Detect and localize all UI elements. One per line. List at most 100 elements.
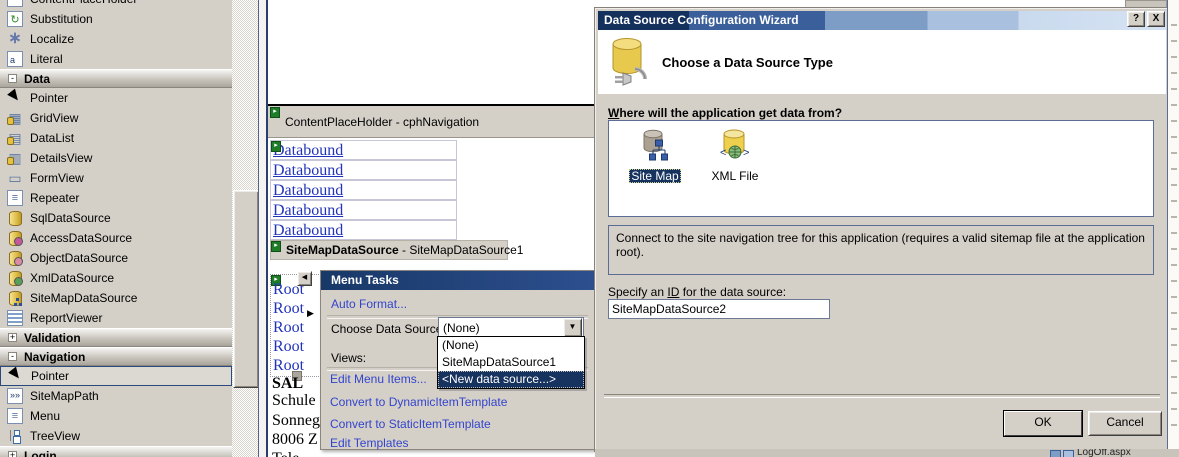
xml-file-label: XML File [711,169,759,183]
dropdown-option-none[interactable]: (None) [438,337,584,354]
auto-format-link[interactable]: Auto Format... [331,297,407,311]
close-button[interactable]: X [1147,11,1165,27]
treeview-icon [7,428,23,444]
menu-control[interactable]: ▸ Root Root ▶ Root Root Root [270,274,321,377]
dialog-heading: Choose a Data Source Type [662,55,833,70]
sitemapdatasource-icon [7,290,23,306]
data-source-type-xmlfile[interactable]: < > XML File [699,129,771,183]
expand-plus-icon[interactable]: + [8,333,17,342]
objectdatasource-icon [7,250,23,266]
toolbox-item-detailsview[interactable]: ▥ DetailsView [0,148,232,168]
toolbox-item-sqldatasource[interactable]: SqlDataSource [0,208,232,228]
toolbox-item-datalist[interactable]: ▤ DataList [0,128,232,148]
xmldatasource-icon [7,270,23,286]
menu-item-root[interactable]: Root ▶ [271,299,321,318]
toolbox-item-literal[interactable]: a Literal [0,49,232,69]
xml-file-icon: < > [720,129,750,166]
dropdown-option-new-data-source[interactable]: <New data source...> [438,371,584,388]
literal-icon: a [7,51,23,67]
databound-link-box[interactable]: Databound [270,200,457,220]
toolbox-item-reportviewer[interactable]: ReportViewer [0,308,232,328]
toolbox-item-accessdatasource[interactable]: AccessDataSource [0,228,232,248]
data-source-id-input[interactable] [608,299,830,319]
toolbox-item-contentplaceholder[interactable]: ContentPlaceHolder [0,0,232,9]
toolbox-item-pointer-data[interactable]: Pointer [0,88,232,108]
toolbox-section-validation[interactable]: + Validation [0,328,232,347]
sitemapdatasource-control[interactable]: ▸ SiteMapDataSource - SiteMapDataSource1 [270,240,523,260]
file-icon [1063,450,1074,457]
databound-link-box[interactable]: Databound [270,180,457,200]
collapse-minus-icon[interactable]: - [8,352,17,361]
dropdown-option-sitemapdatasource1[interactable]: SiteMapDataSource1 [438,354,584,371]
toolbox-item-sitemapdatasource[interactable]: SiteMapDataSource [0,288,232,308]
data-source-dropdown-list: (None) SiteMapDataSource1 <New data sour… [437,336,585,389]
svg-text:<: < [720,147,726,159]
scrollbar-thumb[interactable] [233,190,259,388]
toolbox-section-navigation[interactable]: - Navigation [0,347,232,366]
element-marker-icon: ▸ [271,241,281,252]
toolbox-item-sitemappath[interactable]: »» SiteMapPath [0,386,232,406]
toolbox-item-pointer-navigation[interactable]: Pointer [0,366,232,386]
dialog-header: Choose a Data Source Type [598,30,1166,94]
sitemappath-icon: »» [7,388,23,404]
combobox-dropdown-icon[interactable]: ▼ [563,318,582,337]
toolbox-section-login[interactable]: + Login [0,446,232,457]
toolbox-item-menu[interactable]: ≡ Menu [0,406,232,426]
databound-link-box[interactable]: Databound [270,220,457,240]
dialog-titlebar[interactable]: Data Source Configuration Wizard [598,11,1166,30]
cancel-button[interactable]: Cancel [1088,411,1162,436]
collapse-minus-icon[interactable]: - [8,74,17,83]
toolbox-panel: ContentPlaceHolder ↻ Substitution ∗ Loca… [0,0,232,457]
data-source-type-sitemap[interactable]: Site Map [623,129,687,183]
edit-templates-link[interactable]: Edit Templates [330,436,409,450]
toolbox-item-localize[interactable]: ∗ Localize [0,29,232,49]
ok-button[interactable]: OK [1004,411,1082,436]
convert-static-link[interactable]: Convert to StaticItemTemplate [330,417,491,431]
pointer-icon [8,368,24,384]
toolbox-item-xmldatasource[interactable]: XmlDataSource [0,268,232,288]
page-text-line: 8006 Z [272,431,318,448]
data-source-configuration-wizard-dialog: Data Source Configuration Wizard ? X Cho… [595,8,1169,451]
views-label: Views: [331,351,367,365]
choose-data-source-label: Choose Data Source: [331,322,446,336]
panel-splitter[interactable] [258,0,268,457]
page-text-line: Sonneg [272,412,320,429]
background-window-sliver [1167,0,1179,457]
data-source-combobox[interactable]: (None) ▼ [438,317,584,338]
menu-item-root[interactable]: Root [271,318,321,337]
toolbox-item-treeview[interactable]: TreeView [0,426,232,446]
svg-text:>: > [743,147,749,159]
id-label: Specify an ID for the data source: [608,285,787,299]
edit-menu-items-link[interactable]: Edit Menu Items... [330,372,427,386]
expand-plus-icon[interactable]: + [8,451,17,457]
element-marker-icon: ▸ [271,141,281,152]
data-source-type-list[interactable]: Site Map < > XML File [608,120,1154,217]
sqldatasource-icon [7,210,23,226]
help-button[interactable]: ? [1127,11,1145,27]
databound-link-box[interactable]: ▸ Databound [270,140,457,160]
menu-item-root[interactable]: Root [271,337,321,356]
toolbox-item-gridview[interactable]: ▦ GridView [0,108,232,128]
file-icon [1050,450,1061,457]
page-text-line: Schule [272,392,316,409]
site-map-label: Site Map [629,169,681,183]
toolbox-section-data[interactable]: - Data [0,69,232,88]
databound-link-box[interactable]: Databound [270,160,457,180]
toolbox-item-repeater[interactable]: ≡ Repeater [0,188,232,208]
formview-icon: ▭ [8,170,22,186]
convert-dynamic-link[interactable]: Convert to DynamicItemTemplate [330,395,507,409]
toolbox-item-objectdatasource[interactable]: ObjectDataSource [0,248,232,268]
toolbox-item-formview[interactable]: ▭ FormView [0,168,232,188]
smarttag-collapse-button[interactable]: ◀ [297,271,312,286]
substitution-icon: ↻ [7,11,23,27]
combobox-value: (None) [443,320,480,335]
detailsview-icon: ▥ [7,150,22,166]
menu-icon: ≡ [7,408,23,424]
menu-item-root[interactable]: Root [271,280,321,299]
data-source-wizard-icon [607,35,653,92]
screenshot-root: ContentPlaceHolder ↻ Substitution ∗ Loca… [0,0,1179,457]
toolbox-item-substitution[interactable]: ↻ Substitution [0,9,232,29]
element-marker-icon: ▸ [270,107,280,118]
site-map-icon [640,129,670,166]
toolbox-scrollbar[interactable] [232,0,259,457]
